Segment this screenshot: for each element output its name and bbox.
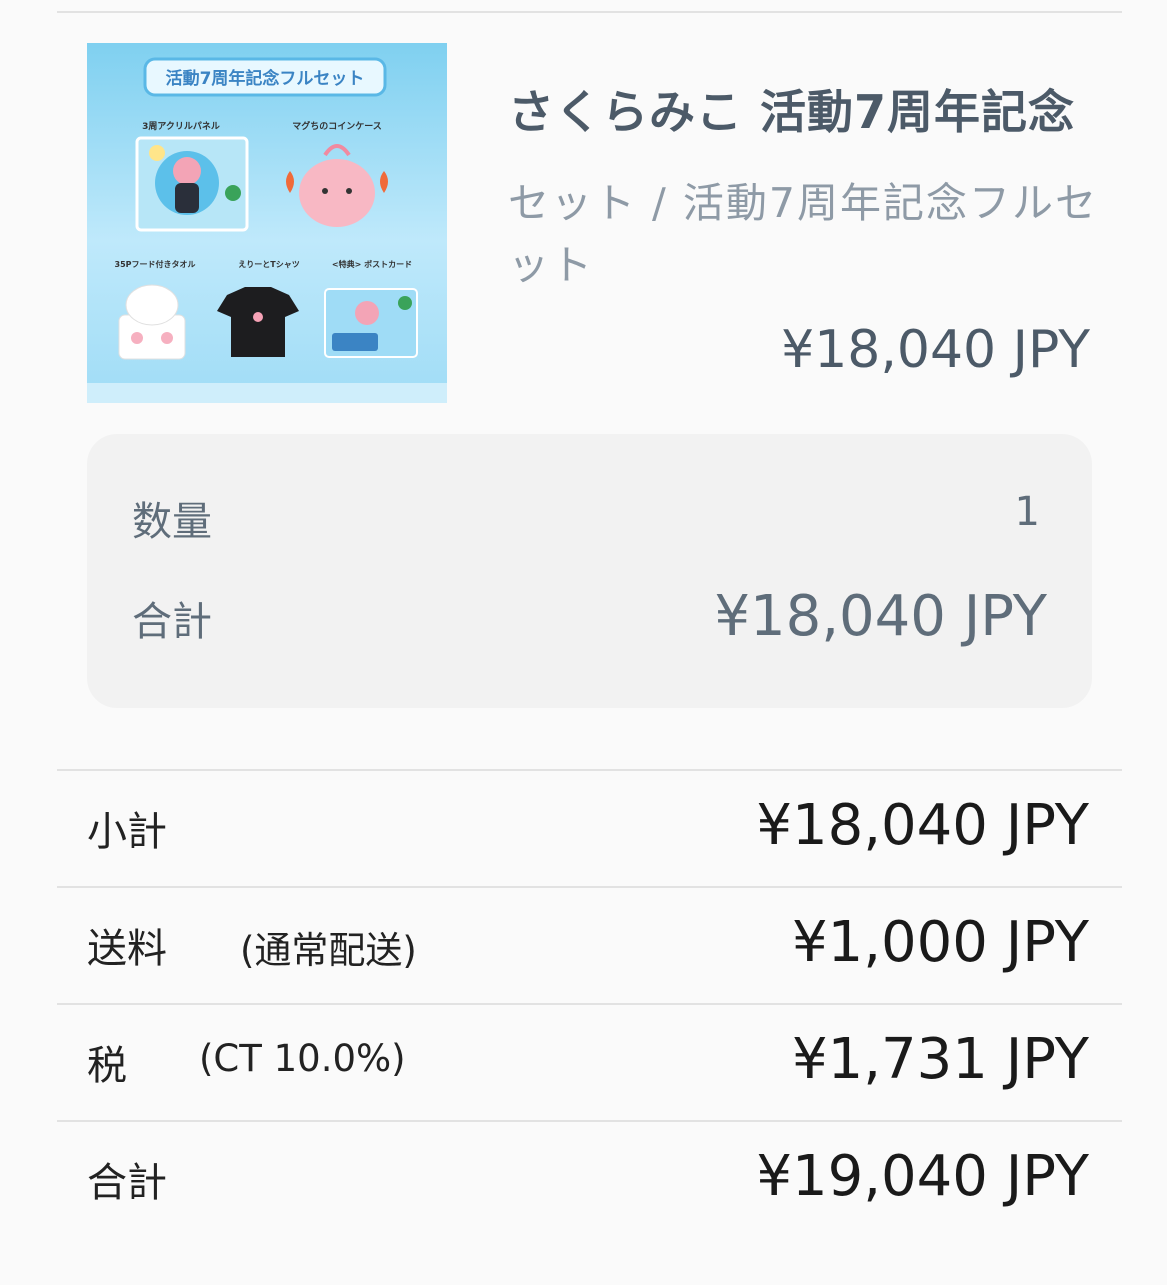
subtotal-value: ¥18,040 JPY xyxy=(756,793,1089,858)
shipping-method: (通常配送) xyxy=(240,929,417,972)
image-label-4: えりーとTシャツ xyxy=(238,260,299,269)
line-item-card: 数量 1 合計 ¥18,040 JPY xyxy=(87,434,1092,708)
image-label-2: マグちのコインケース xyxy=(292,120,382,132)
subtotal-label: 小計 xyxy=(87,809,167,855)
image-label-3: 35Pフード付きタオル xyxy=(115,259,196,269)
image-label-1: 3周アクリルパネル xyxy=(142,120,220,132)
shipping-row: 送料 (通常配送) ¥1,000 JPY xyxy=(57,888,1122,1004)
total-label: 合計 xyxy=(87,1160,167,1206)
coin-case-loop xyxy=(323,144,351,157)
coin-case-eye-right xyxy=(346,188,352,194)
tax-rate: (CT 10.0%) xyxy=(199,1037,406,1080)
panel-character-body xyxy=(175,183,199,213)
total-value: ¥19,040 JPY xyxy=(756,1144,1089,1209)
image-footer xyxy=(87,383,447,403)
panel-watermelon xyxy=(225,185,241,201)
tax-value: ¥1,731 JPY xyxy=(791,1027,1089,1092)
coin-case xyxy=(299,159,375,227)
postcard-message-box xyxy=(332,333,378,351)
towel-hood xyxy=(125,284,179,326)
quantity-label: 数量 xyxy=(132,499,212,545)
total-row: 合計 ¥19,040 JPY xyxy=(57,1122,1122,1238)
panel-sun xyxy=(149,145,165,161)
tax-row: 税 (CT 10.0%) ¥1,731 JPY xyxy=(57,1005,1122,1121)
image-banner-text: 活動7周年記念フルセット xyxy=(166,68,365,89)
product-image[interactable]: 活動7周年記念フルセット 3周アクリルパネル マグちのコインケース 35Pフード… xyxy=(87,43,447,403)
image-label-5: <特典> ポストカード xyxy=(332,259,412,269)
shipping-value: ¥1,000 JPY xyxy=(791,910,1089,975)
quantity-value: 1 xyxy=(1014,489,1040,535)
postcard-character xyxy=(355,301,379,325)
postcard-watermelon xyxy=(398,296,412,310)
line-total-value: ¥18,040 JPY xyxy=(714,584,1047,649)
tax-label: 税 xyxy=(87,1043,127,1089)
product-image-art: 活動7周年記念フルセット 3周アクリルパネル マグちのコインケース 35Pフード… xyxy=(87,57,447,403)
flame-right-icon xyxy=(380,171,388,193)
panel-character-head xyxy=(173,157,201,185)
top-divider xyxy=(57,11,1122,13)
product-title[interactable]: さくらみこ 活動7周年記念 xyxy=(508,76,1098,142)
towel-accent-right xyxy=(161,332,173,344)
line-total-label: 合計 xyxy=(132,599,212,645)
product-variant: セット / 活動7周年記念フルセット xyxy=(508,179,1098,289)
product-price: ¥18,040 JPY xyxy=(781,320,1090,380)
towel-accent-left xyxy=(131,332,143,344)
subtotal-row: 小計 ¥18,040 JPY xyxy=(57,771,1122,887)
coin-case-eye-left xyxy=(322,188,328,194)
t-shirt-print xyxy=(253,312,263,322)
shipping-label: 送料 xyxy=(87,926,167,972)
flame-left-icon xyxy=(286,171,294,193)
